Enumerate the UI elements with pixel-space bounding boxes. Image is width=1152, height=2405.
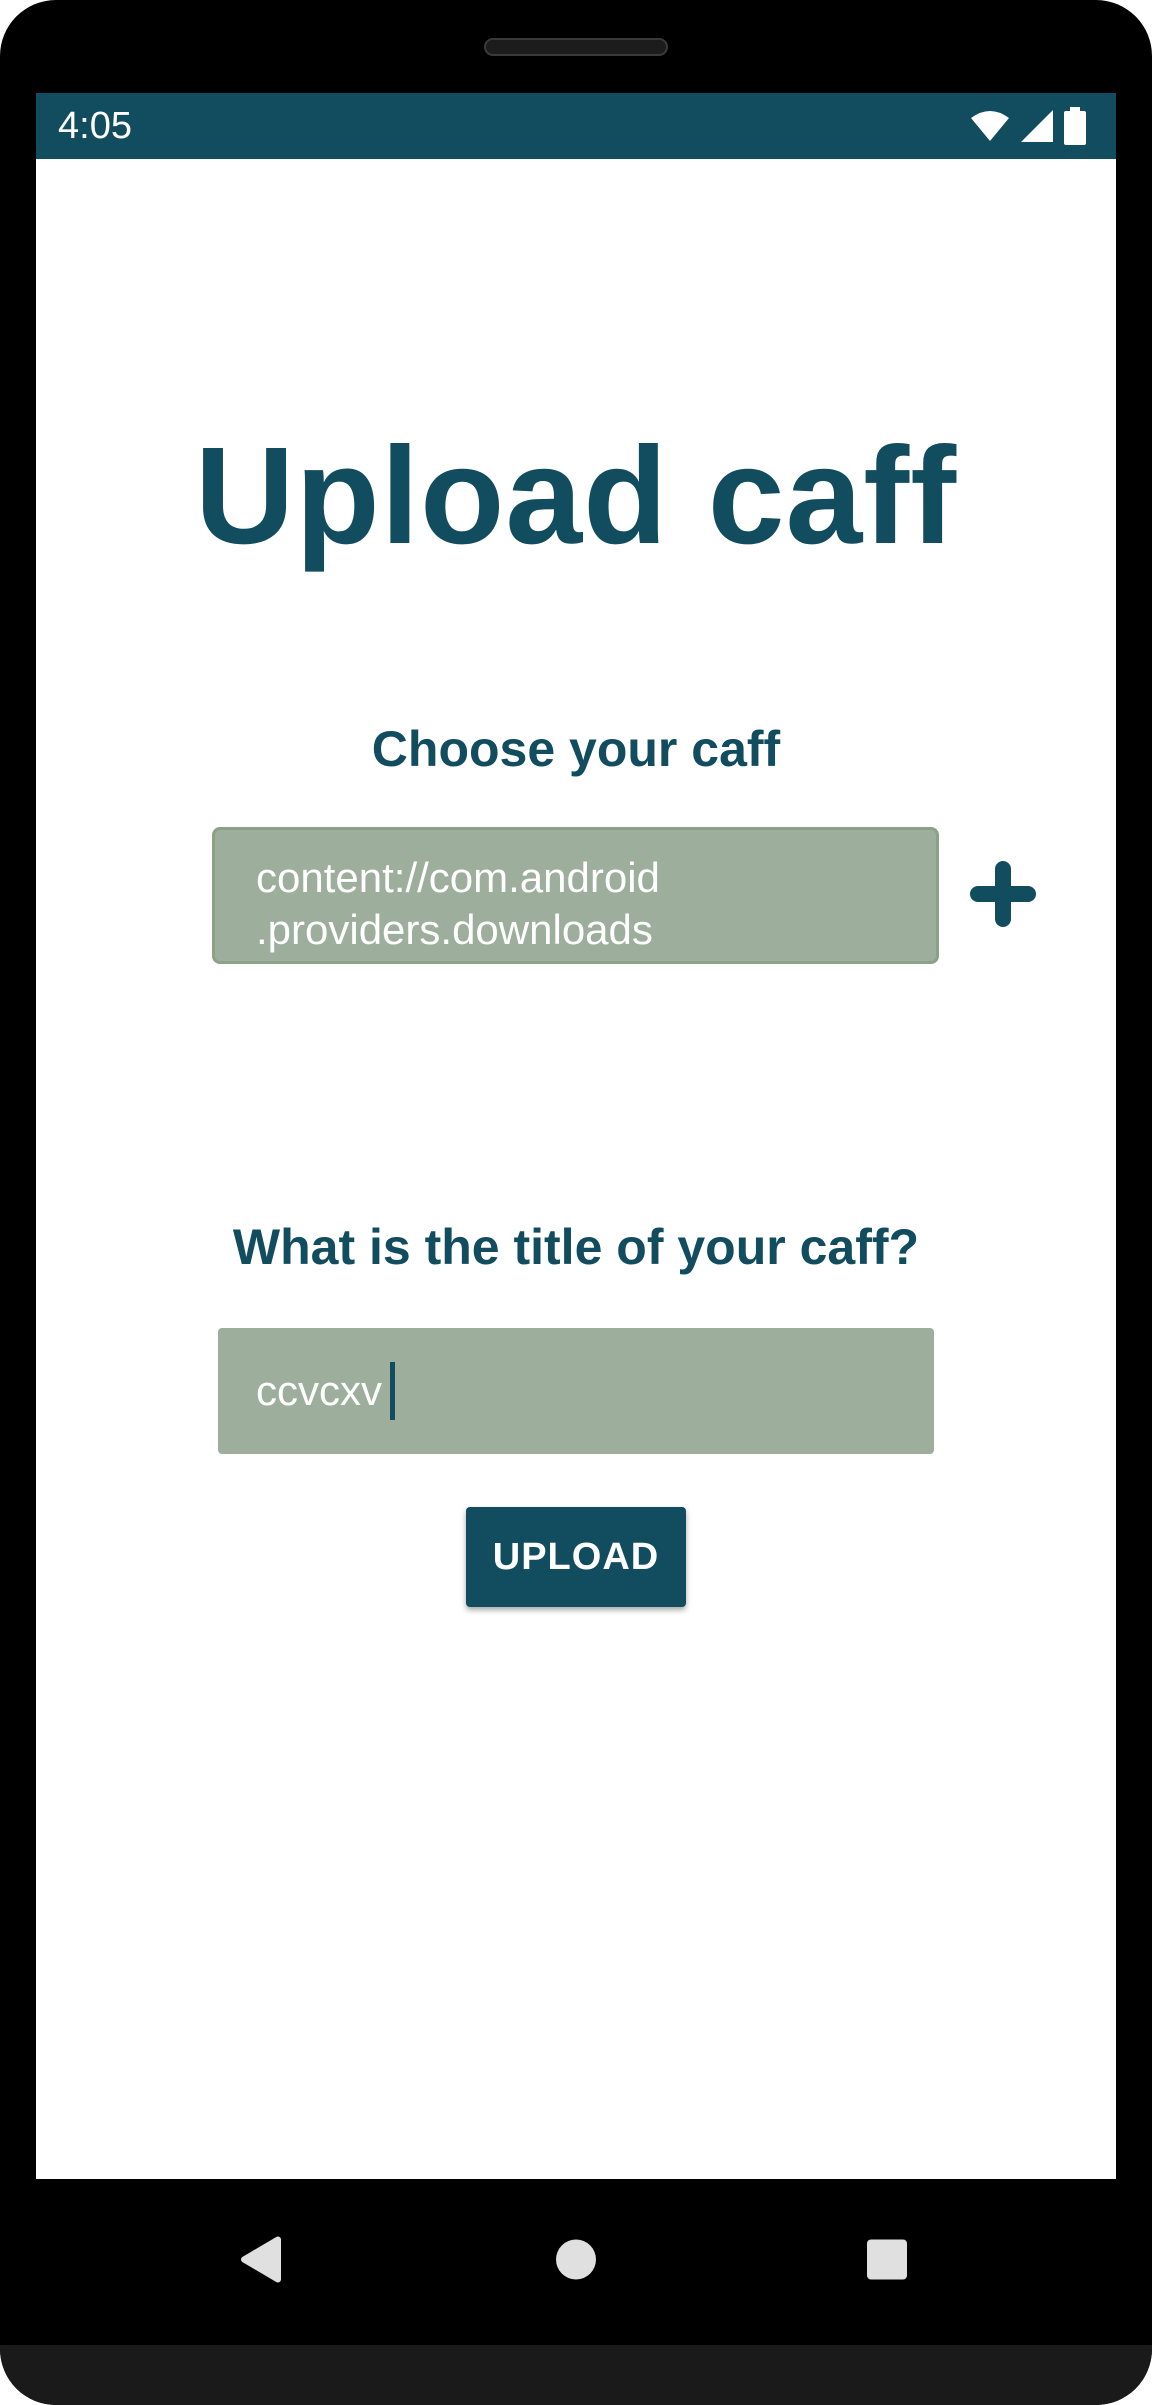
battery-icon bbox=[1064, 107, 1086, 145]
back-icon[interactable] bbox=[238, 2236, 282, 2289]
navigation-bar bbox=[0, 2179, 1152, 2345]
screen: 4:05 Upload caff Choose your caff conten… bbox=[36, 93, 1116, 2179]
choose-caff-label: Choose your caff bbox=[371, 721, 781, 777]
upload-button[interactable]: UPLOAD bbox=[466, 1507, 686, 1607]
add-file-button[interactable] bbox=[964, 855, 1042, 933]
file-path-field[interactable]: content://com.android .providers.downloa… bbox=[212, 827, 939, 964]
recents-icon[interactable] bbox=[866, 2239, 908, 2286]
text-cursor bbox=[390, 1362, 395, 1420]
earpiece-speaker bbox=[484, 38, 668, 56]
file-path-text: content://com.android .providers.downloa… bbox=[256, 854, 660, 953]
status-icons bbox=[970, 107, 1086, 145]
caff-title-input[interactable] bbox=[218, 1328, 934, 1454]
page-title: Upload caff bbox=[194, 419, 958, 573]
status-bar: 4:05 bbox=[36, 93, 1116, 159]
status-time: 4:05 bbox=[58, 105, 132, 147]
home-icon[interactable] bbox=[554, 2238, 598, 2287]
caff-title-field[interactable] bbox=[218, 1328, 934, 1454]
plus-icon bbox=[970, 861, 1036, 927]
wifi-icon bbox=[970, 110, 1010, 142]
caff-title-label: What is the title of your caff? bbox=[232, 1219, 920, 1275]
cell-signal-icon bbox=[1020, 109, 1054, 143]
device-chin bbox=[0, 2345, 1152, 2405]
phone-frame: 4:05 Upload caff Choose your caff conten… bbox=[0, 0, 1152, 2405]
